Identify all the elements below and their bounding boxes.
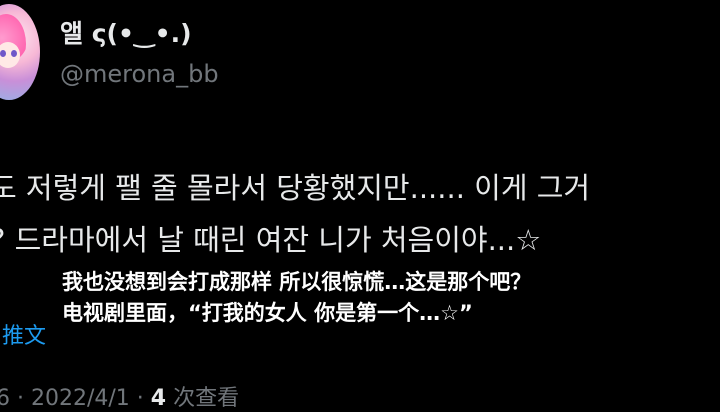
tweet-text-line: ? 드라마에서 날 때린 여잔 니가 처음이야...☆ — [0, 223, 542, 257]
author-handle[interactable]: @merona_bb — [60, 60, 219, 88]
subtitle-line: 我也没想到会打成那样 所以很惊慌…这是那个吧？ — [62, 270, 532, 294]
tweet-metadata: 56 · 2022/4/1 · 4 次查看 — [0, 380, 239, 412]
views-count: 4 — [150, 386, 167, 411]
views-label: 次查看 — [166, 386, 240, 411]
avatar-eye-left — [0, 50, 6, 57]
tweet-text-line: 도 저렇게 팰 줄 몰라서 당황했지만...... 이게 그거 — [0, 171, 591, 205]
translate-post-link[interactable]: 推文 — [2, 318, 46, 350]
subtitle-line: 电视剧里面，“打我的女人 你是第一个…☆” — [62, 301, 473, 325]
author-display-name[interactable]: 앨 ς(•‿•.) — [60, 14, 192, 50]
avatar-eye-right — [11, 50, 17, 57]
avatar[interactable] — [0, 4, 40, 100]
tweet-timestamp[interactable]: 56 · 2022/4/1 · — [0, 386, 151, 411]
